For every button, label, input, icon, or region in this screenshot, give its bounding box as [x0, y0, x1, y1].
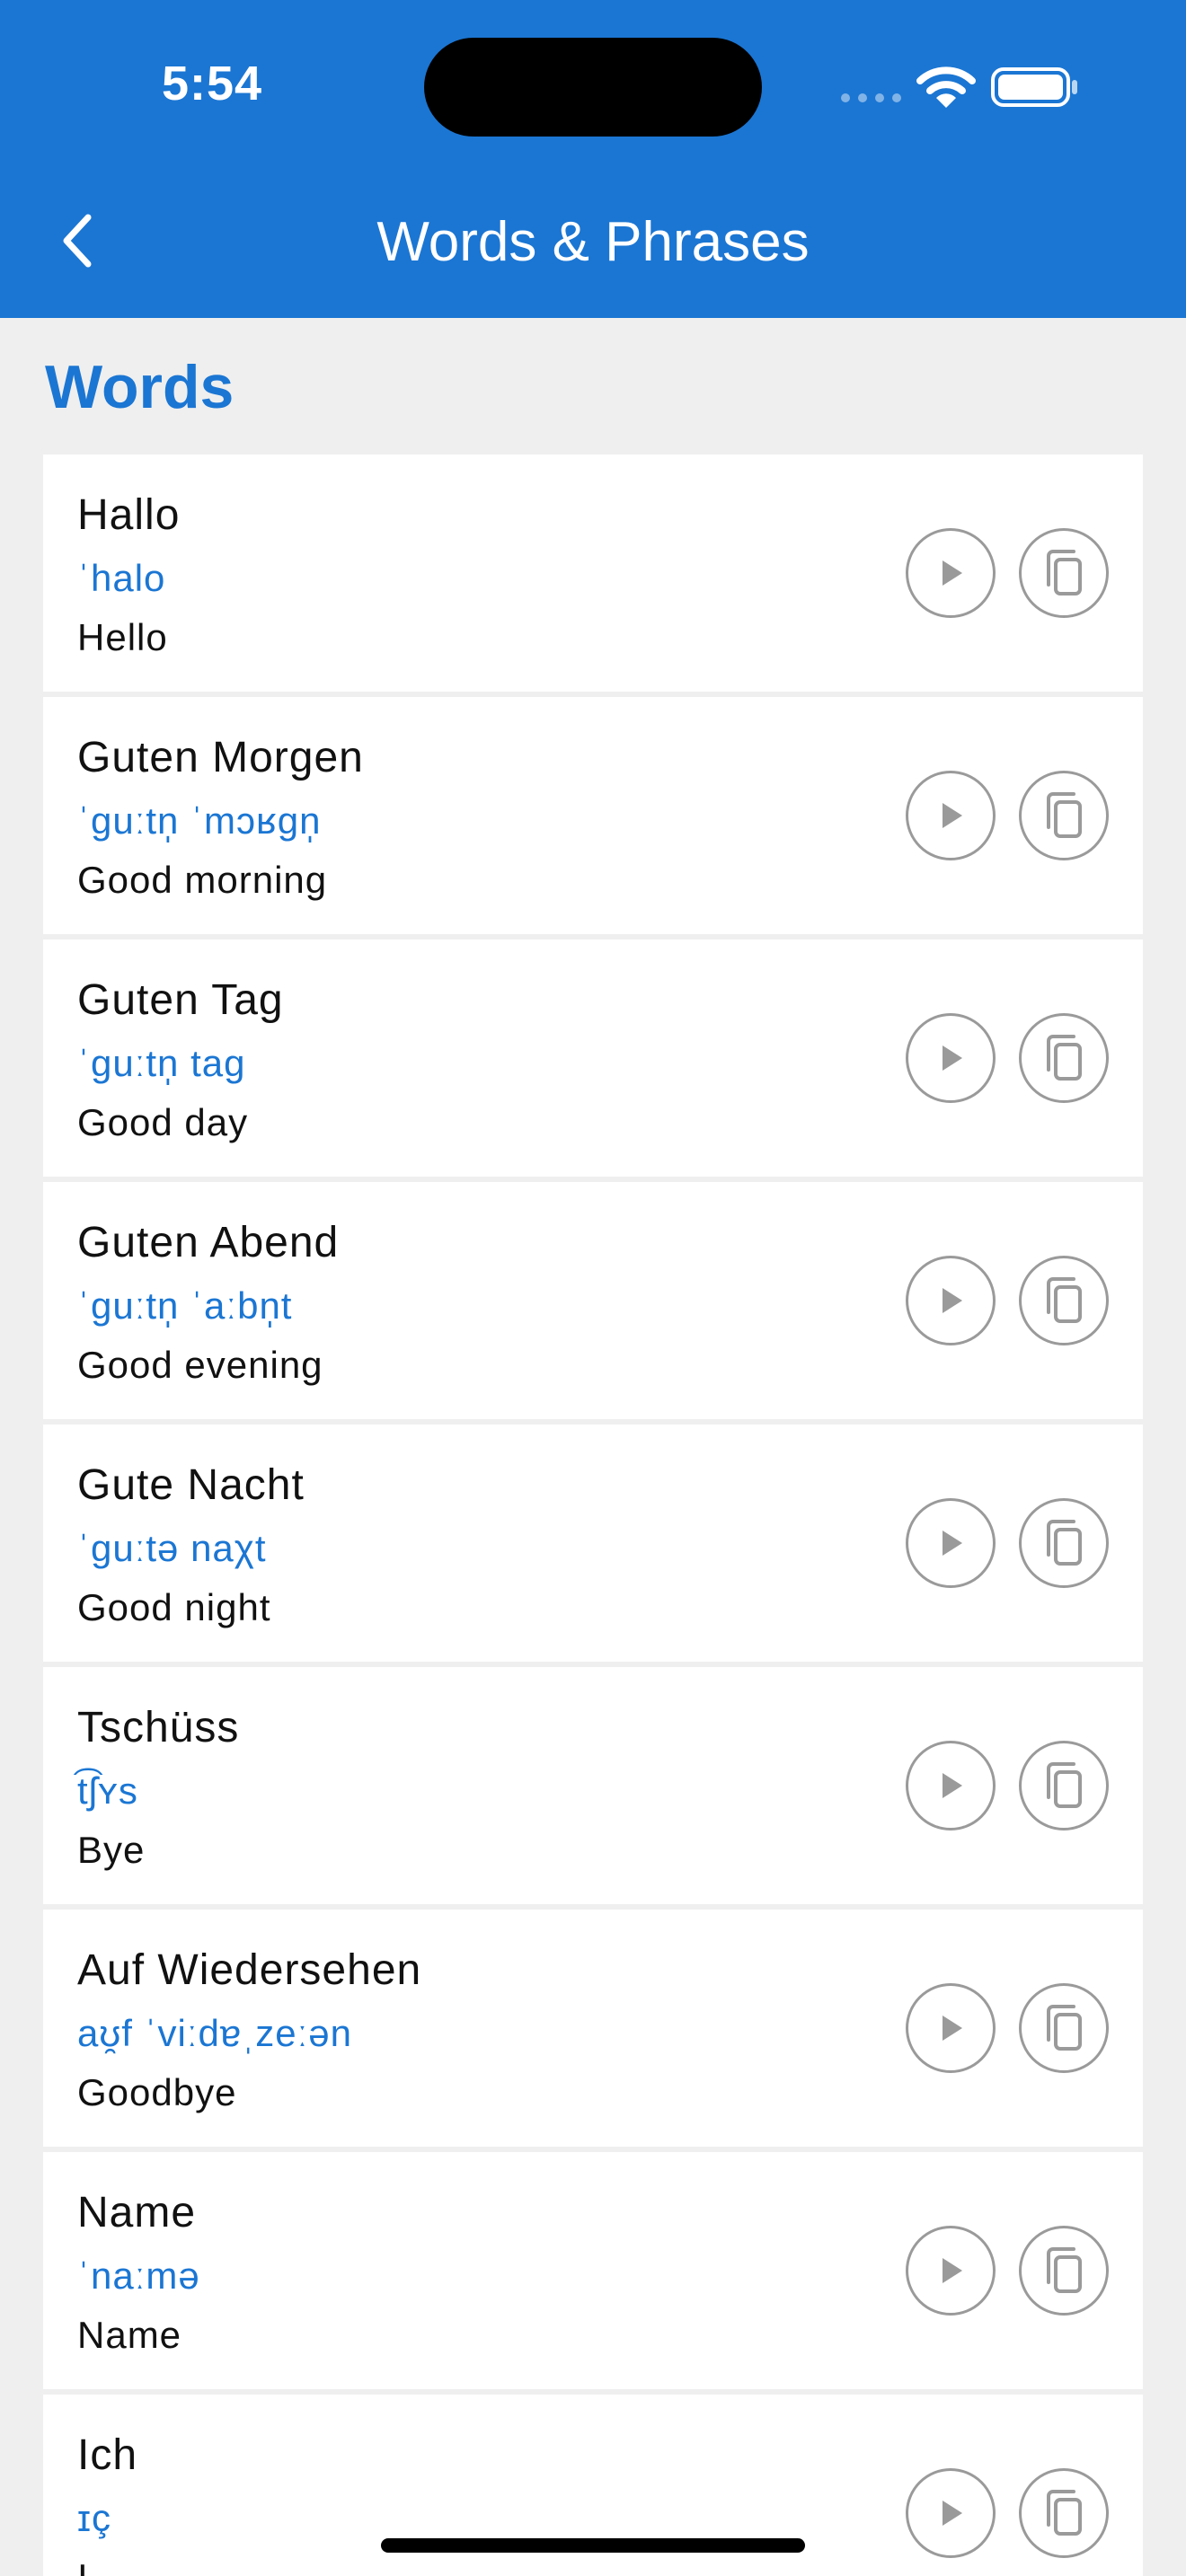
home-indicator[interactable]: [381, 2538, 805, 2553]
play-icon: [943, 560, 962, 586]
copy-icon: [1047, 1762, 1082, 1808]
pronunciation-text: ˈɡuːtn̩ taɡ: [77, 1042, 246, 1084]
play-button[interactable]: [906, 1983, 996, 2073]
pronunciation-text: ˈɡuːtn̩ ˈmɔʁɡn̩: [77, 799, 322, 842]
cellular-signal-icon: [841, 93, 901, 102]
play-button[interactable]: [906, 771, 996, 860]
copy-icon: [1047, 1277, 1082, 1323]
word-list: Hallo ˈhalo Hello Guten Morgen ˈɡuːtn̩ ˈ…: [43, 454, 1143, 2576]
play-icon: [943, 2501, 962, 2526]
pronunciation-text: t͡ʃʏs: [77, 1769, 138, 1812]
copy-icon: [1047, 2247, 1082, 2293]
word-card: Name ˈnaːmə Name: [43, 2152, 1143, 2389]
play-icon: [943, 1531, 962, 1556]
word-text: Gute Nacht: [77, 1461, 305, 1509]
translation-text: Bye: [77, 1829, 146, 1871]
copy-button[interactable]: [1019, 1013, 1109, 1103]
word-card: Guten Abend ˈɡuːtn̩ ˈaːbn̩t Good evening: [43, 1182, 1143, 1419]
word-text: Ich: [77, 2431, 138, 2479]
copy-button[interactable]: [1019, 771, 1109, 860]
copy-icon: [1047, 550, 1082, 595]
word-card: Guten Morgen ˈɡuːtn̩ ˈmɔʁɡn̩ Good mornin…: [43, 697, 1143, 934]
pronunciation-text: ˈhalo: [77, 557, 166, 599]
copy-icon: [1047, 1035, 1082, 1081]
translation-text: Good morning: [77, 859, 328, 901]
header: 5:54 Words & Phrases: [0, 0, 1186, 318]
copy-button[interactable]: [1019, 1741, 1109, 1831]
copy-button[interactable]: [1019, 2226, 1109, 2316]
copy-icon: [1047, 2490, 1082, 2536]
copy-button[interactable]: [1019, 528, 1109, 618]
word-text: Hallo: [77, 491, 181, 539]
word-card: Tschüss t͡ʃʏs Bye: [43, 1667, 1143, 1904]
play-button[interactable]: [906, 1498, 996, 1588]
translation-text: Hello: [77, 616, 168, 658]
copy-icon: [1047, 1520, 1082, 1566]
app-screen: 5:54 Words & Phrases Words Hallo ˈhalo H…: [0, 0, 1186, 2576]
play-icon: [943, 2016, 962, 2041]
play-icon: [943, 1773, 962, 1798]
word-text: Name: [77, 2189, 197, 2236]
play-icon: [943, 2258, 962, 2283]
copy-icon: [1047, 2005, 1082, 2051]
translation-text: Goodbye: [77, 2071, 237, 2113]
pronunciation-text: ˈɡuːtn̩ ˈaːbn̩t: [77, 1284, 293, 1327]
play-button[interactable]: [906, 2468, 996, 2558]
translation-text: Good day: [77, 1101, 249, 1143]
play-button[interactable]: [906, 528, 996, 618]
pronunciation-text: ˈnaːmə: [77, 2254, 200, 2297]
status-time: 5:54: [162, 57, 263, 110]
copy-button[interactable]: [1019, 1498, 1109, 1588]
wifi-icon: [916, 65, 976, 114]
play-button[interactable]: [906, 1741, 996, 1831]
translation-text: I: [77, 2556, 89, 2576]
copy-button[interactable]: [1019, 1256, 1109, 1345]
play-icon: [943, 1288, 962, 1313]
play-button[interactable]: [906, 1013, 996, 1103]
word-text: Tschüss: [77, 1704, 240, 1751]
word-text: Auf Wiedersehen: [77, 1946, 422, 1994]
word-text: Guten Tag: [77, 976, 284, 1024]
translation-text: Name: [77, 2314, 182, 2356]
copy-icon: [1047, 792, 1082, 838]
dynamic-island: [424, 38, 762, 137]
pronunciation-text: aʊ̯f ˈviːdɐˌzeːən: [77, 2012, 353, 2054]
word-card: Gute Nacht ˈɡuːtə naχt Good night: [43, 1425, 1143, 1662]
pronunciation-text: ˈɡuːtə naχt: [77, 1527, 267, 1569]
play-icon: [943, 1045, 962, 1071]
play-icon: [943, 803, 962, 828]
pronunciation-text: ɪç: [77, 2497, 111, 2539]
word-text: Guten Morgen: [77, 734, 364, 781]
play-button[interactable]: [906, 2226, 996, 2316]
page-title: Words & Phrases: [376, 211, 810, 273]
translation-text: Good night: [77, 1586, 271, 1628]
translation-text: Good evening: [77, 1344, 323, 1386]
copy-button[interactable]: [1019, 2468, 1109, 2558]
word-text: Guten Abend: [77, 1219, 340, 1266]
word-card: Auf Wiedersehen aʊ̯f ˈviːdɐˌzeːən Goodby…: [43, 1910, 1143, 2147]
word-card: Guten Tag ˈɡuːtn̩ taɡ Good day: [43, 940, 1143, 1177]
battery-icon: [990, 66, 1080, 112]
copy-button[interactable]: [1019, 1983, 1109, 2073]
word-card: Hallo ˈhalo Hello: [43, 454, 1143, 692]
section-title-words: Words: [45, 353, 235, 421]
play-button[interactable]: [906, 1256, 996, 1345]
